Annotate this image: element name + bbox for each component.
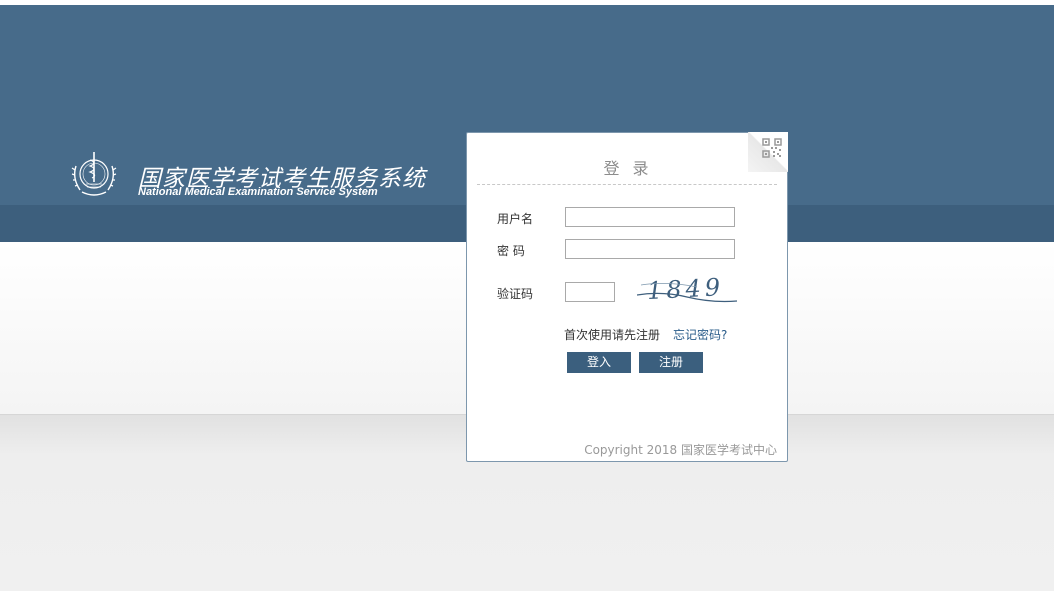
password-input[interactable] bbox=[565, 239, 735, 259]
captcha-text: 1849 bbox=[646, 273, 724, 305]
register-button[interactable]: 注册 bbox=[639, 352, 703, 373]
login-title: 登 录 bbox=[603, 159, 653, 178]
medical-emblem-icon bbox=[71, 152, 117, 196]
captcha-image[interactable]: 1849 bbox=[637, 271, 739, 307]
brand-title-en: National Medical Examination Service Sys… bbox=[138, 186, 378, 198]
login-button[interactable]: 登入 bbox=[567, 352, 631, 373]
forgot-password-link[interactable]: 忘记密码? bbox=[673, 326, 727, 343]
login-panel: 登 录 用户名 密 码 验证码 1849 首次使用请先注册 忘记密码? 登入 注… bbox=[466, 132, 788, 462]
username-input[interactable] bbox=[565, 207, 735, 227]
captcha-input[interactable] bbox=[565, 282, 615, 302]
captcha-label: 验证码 bbox=[497, 287, 534, 301]
first-use-hint: 首次使用请先注册 bbox=[564, 328, 661, 342]
username-label: 用户名 bbox=[497, 212, 534, 226]
copyright-text: Copyright 2018 国家医学考试中心 bbox=[584, 443, 777, 457]
password-label: 密 码 bbox=[497, 244, 525, 258]
title-divider bbox=[477, 184, 777, 185]
